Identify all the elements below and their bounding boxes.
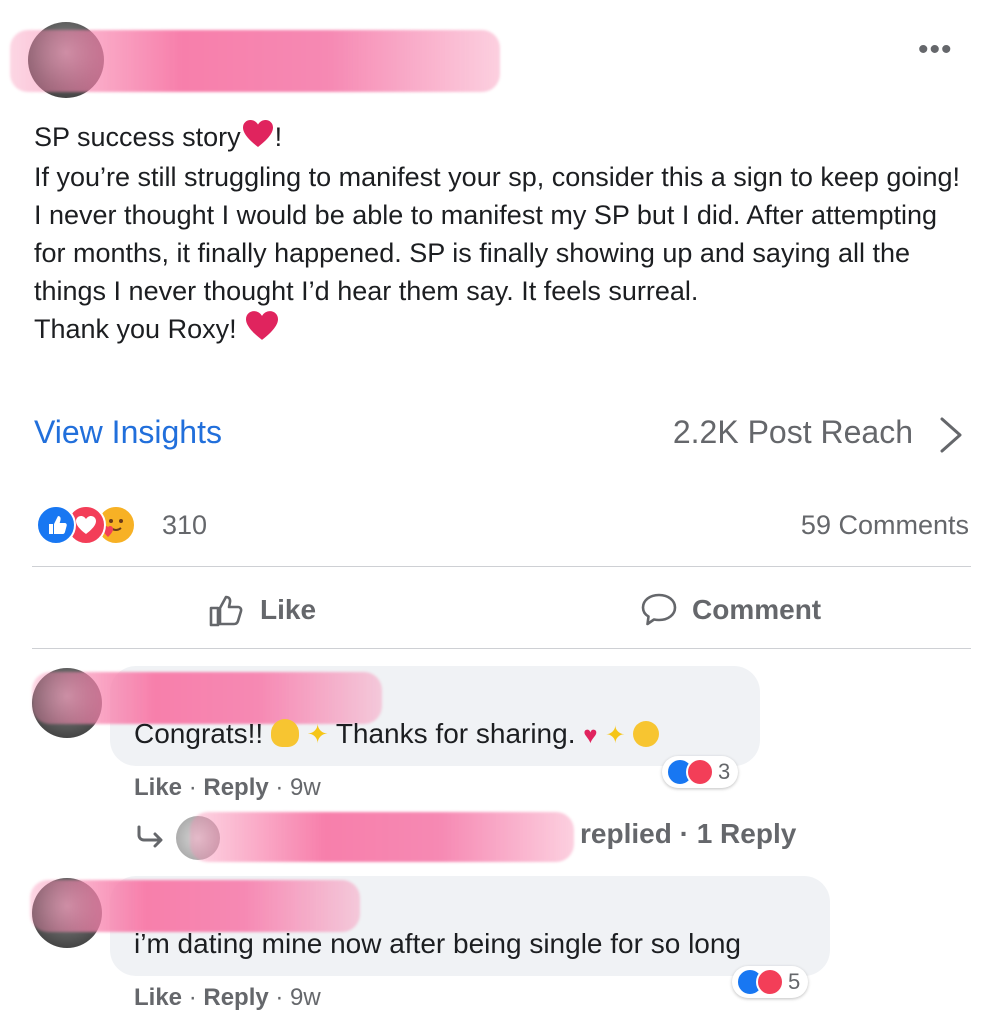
reply-arrow-icon — [137, 825, 163, 848]
divider — [32, 566, 971, 567]
thumbs-up-icon — [209, 595, 243, 627]
comment-time: 9w — [290, 984, 321, 1011]
sparkles-icon: ✦ — [306, 719, 329, 749]
comment-time: 9w — [290, 774, 321, 801]
post-line-1: SP success story — [34, 122, 241, 152]
comment-reaction-count: 3 — [718, 759, 731, 784]
comment-reply-link[interactable]: Reply — [203, 984, 268, 1011]
two-hearts-icon: ♥ — [583, 722, 598, 749]
comment-reply-link[interactable]: Reply — [203, 774, 268, 801]
reaction-count[interactable]: 310 — [162, 510, 207, 541]
comment-bubble-icon — [641, 593, 677, 626]
comment-like-link[interactable]: Like — [134, 774, 182, 801]
comment-button-label: Comment — [692, 594, 822, 625]
divider — [32, 648, 971, 649]
smiling-face-icon — [633, 721, 660, 747]
post-line-3: Thank you Roxy! — [34, 313, 237, 344]
comment-meta: Like · Reply · 9w — [134, 774, 321, 801]
heart-icon — [242, 119, 273, 158]
like-icon — [36, 505, 76, 545]
comment-button[interactable]: Comment — [640, 590, 821, 630]
comment-like-link[interactable]: Like — [134, 984, 182, 1011]
heart-icon — [246, 310, 279, 351]
comment-text: i’m dating mine now after being single f… — [134, 928, 742, 959]
reaction-summary[interactable] — [36, 505, 156, 545]
view-insights-link[interactable]: View Insights — [34, 414, 222, 451]
clapping-hands-icon — [270, 719, 299, 747]
comment-reactions[interactable]: 3 — [662, 756, 739, 788]
post-body: SP success story ! If you’re still strug… — [34, 118, 964, 351]
like-button-label: Like — [260, 594, 317, 625]
more-options-icon[interactable]: ••• — [918, 35, 953, 65]
sparkles-icon: ✦ — [605, 722, 626, 749]
love-icon — [756, 968, 784, 996]
post-line-2: If you’re still struggling to manifest y… — [34, 161, 960, 306]
comment-text-part: Thanks for sharing. — [335, 718, 576, 749]
redacted-name — [190, 812, 574, 862]
love-icon — [686, 758, 714, 786]
like-button[interactable]: Like — [208, 590, 316, 630]
post-line-1-suffix: ! — [274, 122, 283, 152]
chevron-right-icon[interactable] — [938, 416, 964, 454]
comment-text-part: Congrats!! — [134, 718, 264, 749]
redacted-name — [32, 672, 382, 724]
redacted-name — [10, 30, 500, 92]
view-replies-link[interactable]: replied · 1 Reply — [580, 818, 796, 850]
redacted-name — [30, 880, 360, 932]
comment-text: Congrats!! ✦ Thanks for sharing. ♥ ✦ — [134, 718, 660, 750]
comments-count[interactable]: 59 Comments — [801, 510, 969, 541]
post-reach[interactable]: 2.2K Post Reach — [673, 414, 913, 451]
comment-reaction-count: 5 — [788, 969, 801, 994]
comment-reactions[interactable]: 5 — [732, 966, 809, 998]
comment-meta: Like · Reply · 9w — [134, 984, 321, 1011]
